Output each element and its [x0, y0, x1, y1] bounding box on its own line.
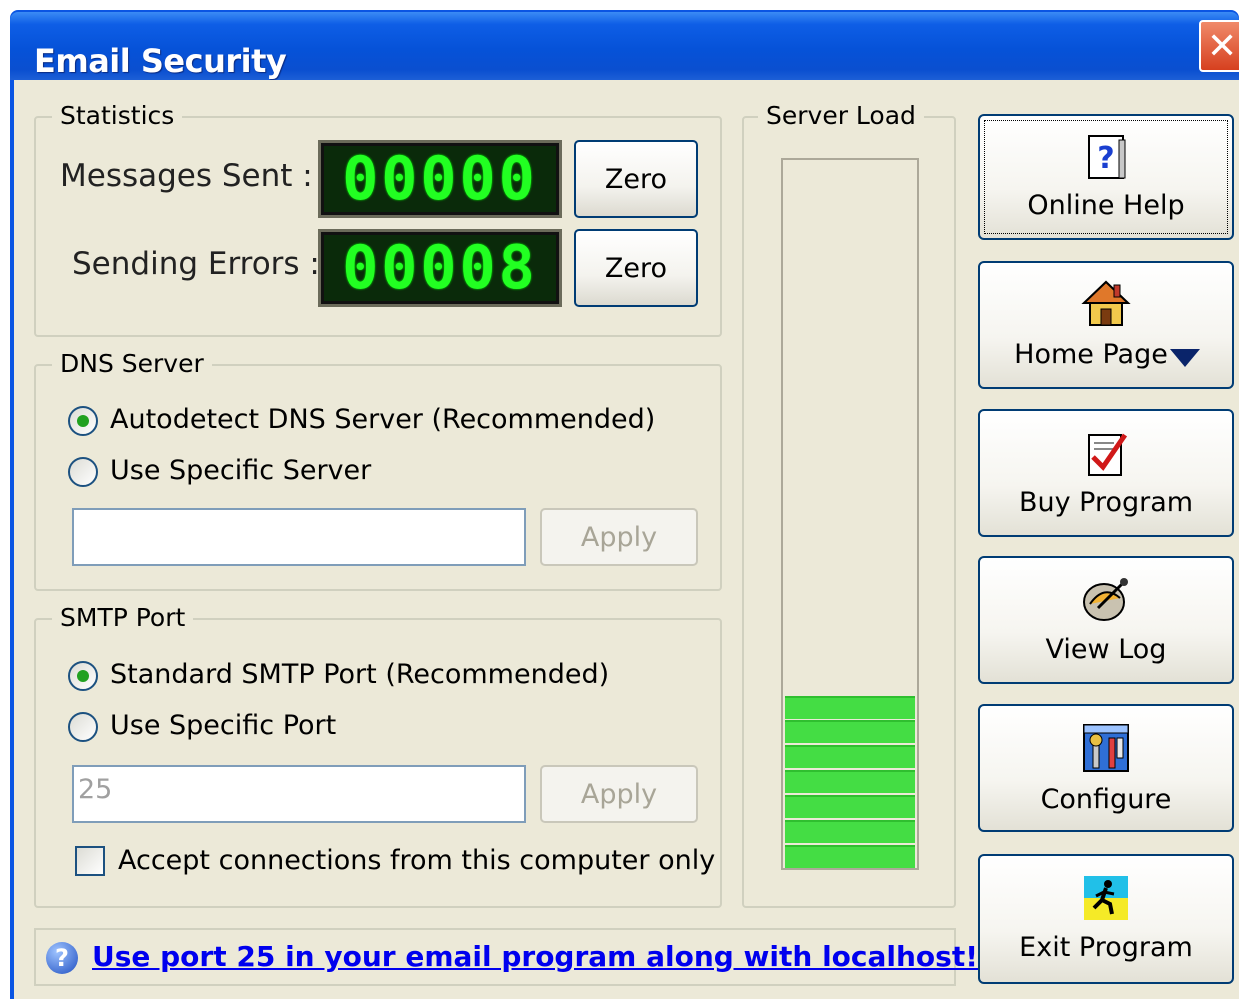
log-satellite-icon	[1083, 578, 1128, 621]
dns-server-legend: DNS Server	[52, 349, 212, 378]
configure-label: Configure	[1040, 784, 1172, 815]
messages-sent-counter: 00000	[318, 140, 562, 218]
online-help-button[interactable]: ? Online Help	[978, 114, 1234, 240]
dns-specific-label[interactable]: Use Specific Server	[110, 455, 371, 486]
home-icon	[1081, 280, 1131, 326]
smtp-specific-label[interactable]: Use Specific Port	[110, 710, 336, 741]
statistics-legend: Statistics	[52, 101, 183, 130]
exit-program-button[interactable]: Exit Program	[978, 854, 1234, 984]
dns-server-input[interactable]	[72, 508, 526, 566]
smtp-apply-button[interactable]: Apply	[540, 765, 698, 823]
online-help-label: Online Help	[1027, 190, 1185, 221]
window-title: Email Security	[34, 42, 287, 80]
home-page-button[interactable]: Home Page	[978, 261, 1234, 389]
dns-specific-radio[interactable]	[68, 457, 98, 487]
zero-errors-button[interactable]: Zero	[574, 229, 698, 307]
dns-autodetect-label[interactable]: Autodetect DNS Server (Recommended)	[110, 404, 655, 435]
exit-program-label: Exit Program	[1019, 932, 1193, 963]
smtp-port-legend: SMTP Port	[52, 603, 194, 632]
load-bar-segment	[785, 720, 915, 743]
smtp-port-input[interactable]: 25	[72, 765, 526, 823]
messages-sent-value: 00000	[342, 144, 538, 214]
server-load-meter	[781, 158, 919, 870]
local-only-checkbox[interactable]	[75, 846, 105, 876]
load-bar-segment	[785, 795, 915, 818]
view-log-button[interactable]: View Log	[978, 556, 1234, 684]
local-only-label[interactable]: Accept connections from this computer on…	[118, 845, 715, 876]
buy-checkmark-icon	[1088, 433, 1128, 476]
server-load-legend: Server Load	[758, 101, 924, 130]
chevron-down-icon[interactable]	[1168, 347, 1202, 369]
buy-program-label: Buy Program	[1018, 487, 1194, 518]
load-bar-segment	[785, 745, 915, 768]
load-bar-segment	[785, 820, 915, 843]
zero-messages-button[interactable]: Zero	[574, 140, 698, 218]
smtp-standard-label[interactable]: Standard SMTP Port (Recommended)	[110, 659, 609, 690]
load-bar-segment	[785, 696, 915, 719]
title-bar[interactable]: Email Security	[10, 12, 1239, 80]
messages-sent-label: Messages Sent :	[60, 158, 313, 194]
window-border-left	[10, 80, 14, 999]
view-log-label: View Log	[1045, 634, 1167, 665]
svg-text:?: ?	[1097, 141, 1114, 176]
hint-link[interactable]: Use port 25 in your email program along …	[92, 940, 978, 973]
dns-autodetect-radio[interactable]	[68, 406, 98, 436]
configure-button[interactable]: Configure	[978, 704, 1234, 832]
sending-errors-counter: 00008	[318, 229, 562, 307]
dns-apply-button[interactable]: Apply	[540, 508, 698, 566]
load-bar-segment	[785, 845, 915, 868]
configure-tools-icon	[1083, 724, 1129, 772]
question-icon: ?	[46, 942, 78, 974]
smtp-specific-radio[interactable]	[68, 712, 98, 742]
load-bar-segment	[785, 770, 915, 793]
smtp-standard-radio[interactable]	[68, 661, 98, 691]
close-icon: ✕	[1207, 26, 1238, 67]
buy-program-button[interactable]: Buy Program	[978, 409, 1234, 537]
help-book-icon: ?	[1088, 135, 1126, 179]
sending-errors-value: 00008	[342, 233, 538, 303]
close-button[interactable]: ✕	[1199, 20, 1239, 72]
sending-errors-label: Sending Errors :	[72, 246, 320, 282]
exit-runner-icon	[1084, 876, 1128, 920]
